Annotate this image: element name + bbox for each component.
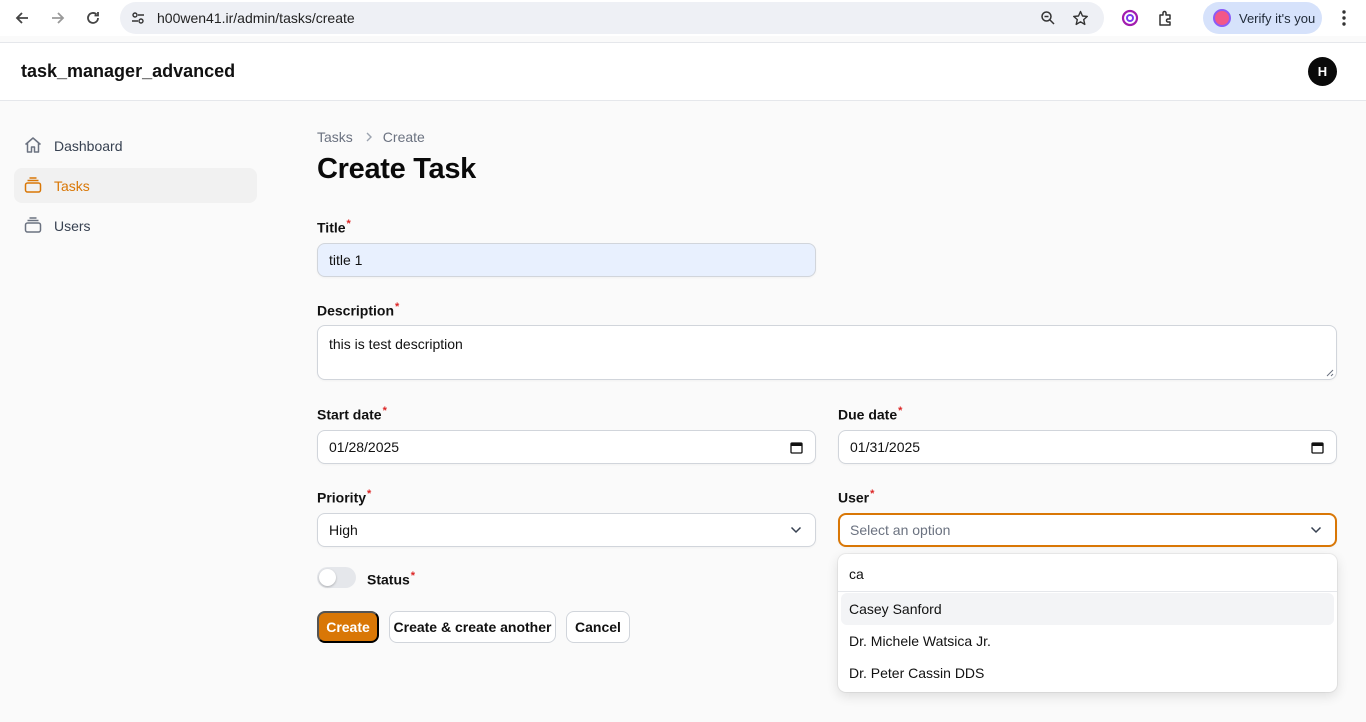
brand-name[interactable]: task_manager_advanced [21, 61, 235, 82]
due-date-value: 01/31/2025 [850, 439, 921, 455]
resize-handle-icon[interactable] [1325, 368, 1334, 377]
toggle-knob [319, 569, 336, 586]
zoom-icon[interactable] [1038, 8, 1058, 28]
sidebar-item-label: Dashboard [54, 137, 123, 154]
page-title: Create Task [317, 153, 476, 185]
browser-toolbar: h00wen41.ir/admin/tasks/create Verify it… [0, 0, 1366, 36]
title-label: Title* [317, 218, 351, 236]
create-button[interactable]: Create [317, 611, 379, 643]
status-toggle[interactable] [317, 567, 356, 588]
sidebar-item-dashboard[interactable]: Dashboard [14, 128, 257, 163]
verify-label: Verify it's you [1239, 10, 1316, 26]
user-option[interactable]: Dr. Peter Cassin DDS [841, 657, 1334, 689]
title-input[interactable]: title 1 [317, 243, 816, 277]
priority-select[interactable]: High [317, 513, 816, 547]
description-label: Description* [317, 301, 400, 319]
start-date-input[interactable]: 01/28/2025 [317, 430, 816, 464]
extension-spiral-icon[interactable] [1118, 6, 1142, 30]
user-option[interactable]: Casey Sanford [841, 593, 1334, 625]
sidebar-item-tasks[interactable]: Tasks [14, 168, 257, 203]
cancel-button[interactable]: Cancel [566, 611, 630, 643]
calendar-icon[interactable] [788, 439, 804, 455]
chevron-down-icon [1308, 522, 1324, 538]
site-settings-icon[interactable] [128, 8, 148, 28]
extensions-puzzle-icon[interactable] [1154, 6, 1178, 30]
create-another-button[interactable]: Create & create another [389, 611, 556, 643]
forward-icon[interactable] [46, 6, 70, 30]
sidebar-item-label: Users [54, 217, 91, 234]
description-value: this is test description [329, 336, 463, 352]
status-label: Status* [367, 570, 416, 588]
verify-profile-button[interactable]: Verify it's you [1203, 2, 1322, 34]
user-search-input[interactable]: ca [838, 554, 1337, 592]
breadcrumb: Tasks Create [317, 129, 425, 145]
breadcrumb-tasks-link[interactable]: Tasks [317, 129, 353, 145]
user-dropdown: ca Casey Sanford Dr. Michele Watsica Jr.… [838, 554, 1337, 692]
description-textarea[interactable]: this is test description [317, 325, 1337, 380]
priority-value: High [329, 522, 358, 538]
menu-dots-icon[interactable] [1332, 6, 1356, 30]
sidebar-item-label: Tasks [54, 177, 90, 194]
priority-label: Priority* [317, 488, 372, 506]
address-bar[interactable]: h00wen41.ir/admin/tasks/create [120, 2, 1104, 34]
profile-alert-icon [1213, 9, 1231, 27]
bookmark-star-icon[interactable] [1070, 8, 1090, 28]
stack-icon [24, 217, 42, 233]
app-header: task_manager_advanced H [0, 42, 1366, 101]
user-label: User* [838, 488, 875, 506]
calendar-icon[interactable] [1309, 439, 1325, 455]
due-date-label: Due date* [838, 405, 903, 423]
stack-icon [24, 177, 42, 193]
title-value: title 1 [329, 252, 363, 268]
home-icon [25, 137, 41, 153]
chevron-down-icon [788, 522, 804, 538]
user-placeholder: Select an option [850, 522, 951, 538]
sidebar-item-users[interactable]: Users [14, 208, 257, 243]
start-date-value: 01/28/2025 [329, 439, 400, 455]
chevron-right-icon [365, 129, 373, 145]
user-select[interactable]: Select an option [838, 513, 1337, 547]
reload-icon[interactable] [81, 6, 105, 30]
due-date-input[interactable]: 01/31/2025 [838, 430, 1337, 464]
user-avatar[interactable]: H [1308, 57, 1337, 86]
user-option[interactable]: Dr. Michele Watsica Jr. [841, 625, 1334, 657]
url-text: h00wen41.ir/admin/tasks/create [157, 10, 355, 26]
back-icon[interactable] [10, 6, 34, 30]
start-date-label: Start date* [317, 405, 387, 423]
breadcrumb-create: Create [382, 129, 425, 145]
